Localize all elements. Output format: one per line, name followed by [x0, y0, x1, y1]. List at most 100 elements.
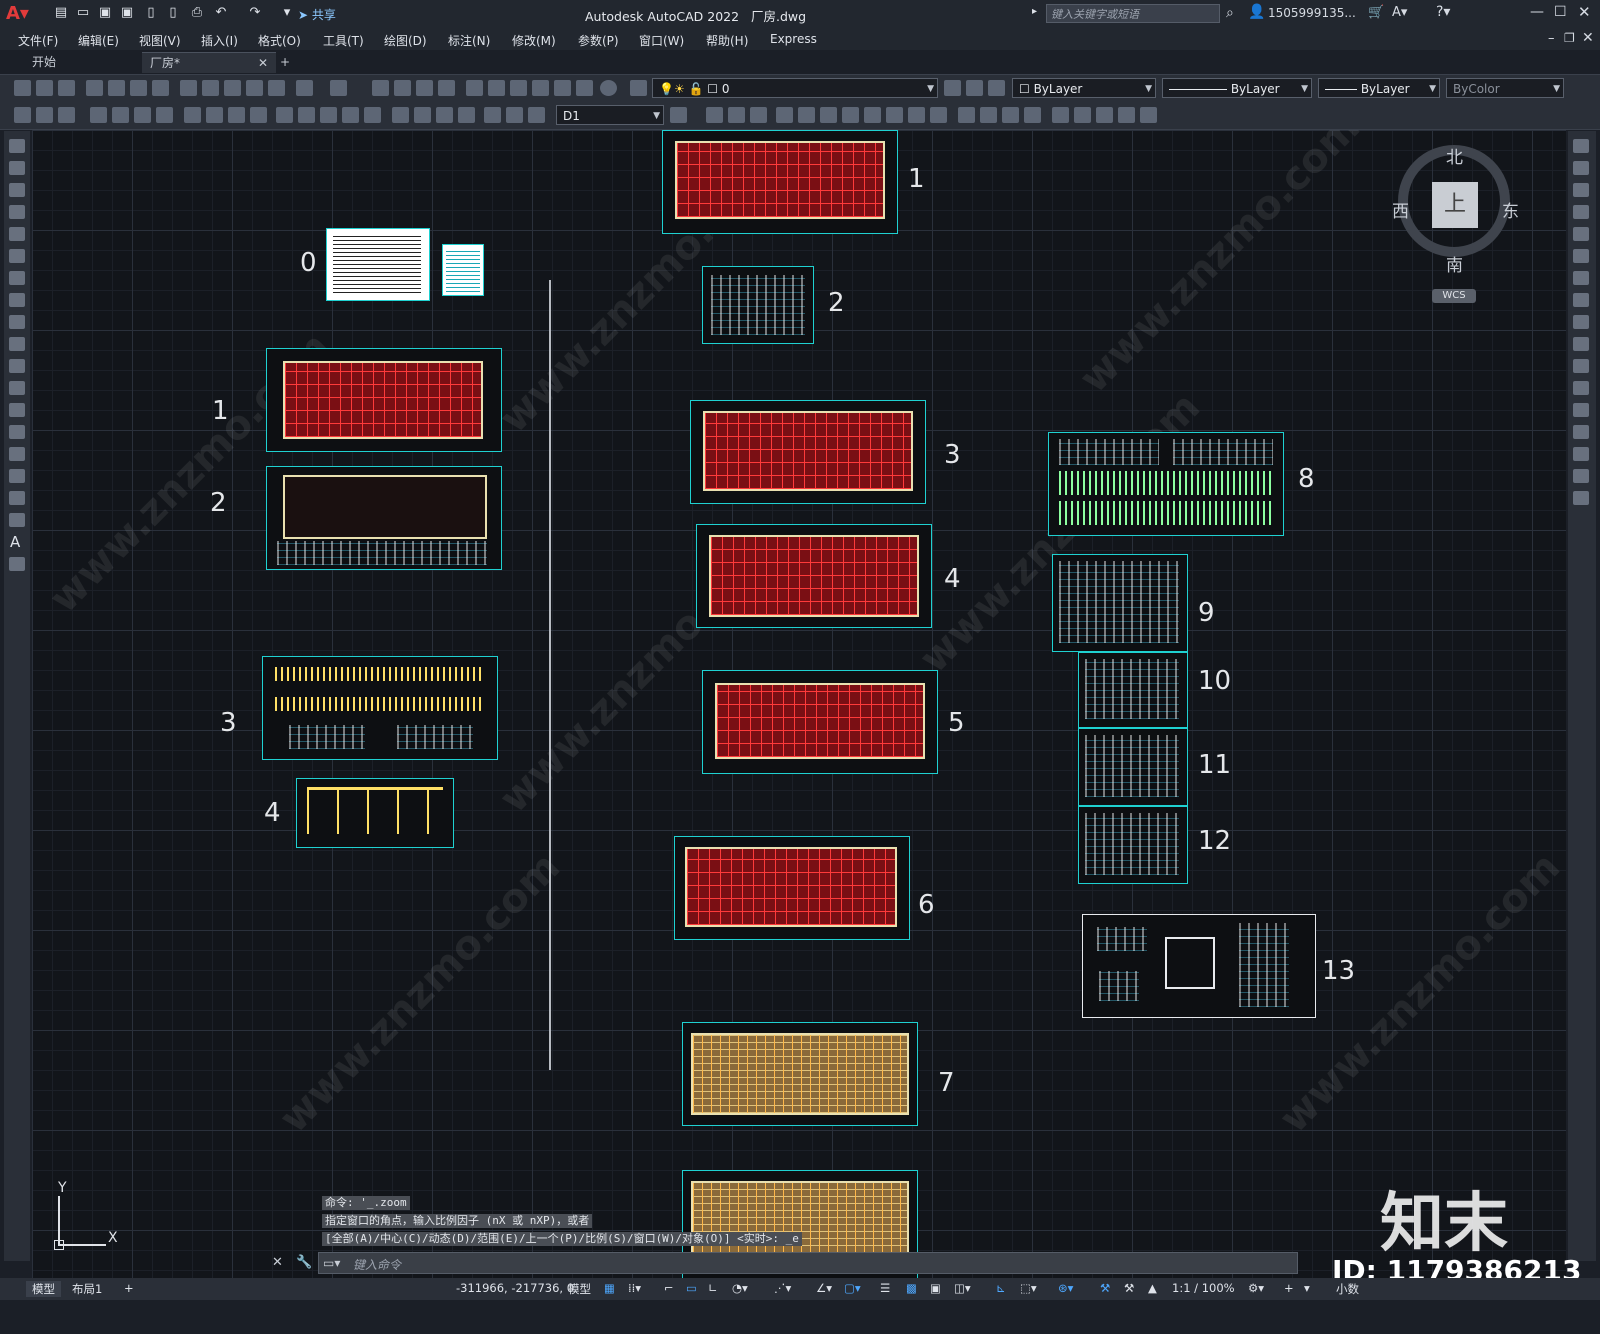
modify-icon-15[interactable]	[1024, 107, 1041, 123]
array-icon[interactable]	[1573, 227, 1589, 241]
user-name[interactable]: 1505999135...	[1268, 6, 1356, 20]
table-icon[interactable]	[9, 513, 25, 527]
redo-toolbar-icon[interactable]	[330, 80, 347, 96]
maximize-icon[interactable]: ☐	[1554, 4, 1567, 20]
sheet-right-9[interactable]	[1052, 554, 1188, 652]
sheet-set-icon[interactable]	[532, 80, 549, 96]
move-icon[interactable]	[1573, 249, 1589, 263]
polar-icon[interactable]: ◔▾	[732, 1281, 748, 1295]
inspection-icon[interactable]	[436, 107, 453, 123]
tool-palettes-icon[interactable]	[510, 80, 527, 96]
tab-start[interactable]: 开始	[24, 52, 150, 72]
plotstyle-dropdown[interactable]: ByColor ▼	[1446, 78, 1564, 98]
modify-icon-19[interactable]	[1118, 107, 1135, 123]
menu-edit[interactable]: 编辑(E)	[78, 32, 119, 49]
workspace-gear-icon[interactable]: ⚙▾	[1248, 1281, 1264, 1295]
point-icon[interactable]	[9, 425, 25, 439]
insert-block-icon[interactable]	[9, 381, 25, 395]
sheet-right-8[interactable]	[1048, 432, 1284, 536]
dim-jogged-icon[interactable]	[206, 107, 223, 123]
fillet-icon[interactable]	[1573, 447, 1589, 461]
ellipse-icon[interactable]	[9, 337, 25, 351]
mtext-icon[interactable]: A	[10, 533, 20, 551]
modify-icon-8[interactable]	[864, 107, 881, 123]
jogged-linear-icon[interactable]	[458, 107, 475, 123]
layer-state-icon[interactable]	[988, 80, 1005, 96]
quick-dim-icon[interactable]	[276, 107, 293, 123]
redo-icon[interactable]: ↷	[246, 5, 264, 22]
sheet-mid-7[interactable]	[682, 1022, 918, 1126]
gradient-icon[interactable]	[9, 469, 25, 483]
sheet-mid-6[interactable]	[674, 836, 910, 940]
copy-object-icon[interactable]	[1573, 161, 1589, 175]
line-icon[interactable]	[9, 139, 25, 153]
modify-icon-7[interactable]	[842, 107, 859, 123]
expand-arrow-icon[interactable]: ▸	[1032, 6, 1037, 17]
ellipse-arc-icon[interactable]	[9, 359, 25, 373]
add-layout-button[interactable]: +	[124, 1281, 134, 1295]
lineweight-icon[interactable]: ☰	[880, 1281, 890, 1295]
annotation-scale-value[interactable]: 1:1 / 100%	[1172, 1281, 1235, 1295]
sheet-left-4[interactable]	[296, 778, 454, 848]
command-input-bar[interactable]: ▭▾ 键入命令	[318, 1252, 1298, 1274]
units-dropdown[interactable]: 小数	[1336, 1281, 1359, 1297]
publish-icon[interactable]	[130, 80, 147, 96]
sheet-mid-2[interactable]	[702, 266, 814, 344]
mirror-icon[interactable]	[1573, 183, 1589, 197]
dim-diameter-icon[interactable]	[228, 107, 245, 123]
menu-help[interactable]: 帮助(H)	[706, 32, 748, 49]
help-icon[interactable]: ?▾	[1436, 4, 1450, 20]
open-icon[interactable]: ▭	[74, 5, 92, 22]
wcs-menu[interactable]: WCS	[1432, 289, 1476, 303]
lineweight-dropdown[interactable]: ByLayer ▼	[1318, 78, 1440, 98]
sheet-left-3[interactable]	[262, 656, 498, 760]
modify-icon-12[interactable]	[958, 107, 975, 123]
explode-icon[interactable]	[1573, 491, 1589, 505]
modify-icon-11[interactable]	[930, 107, 947, 123]
modify-icon-4[interactable]	[776, 107, 793, 123]
trim-icon[interactable]	[1573, 337, 1589, 351]
offset-icon[interactable]	[1573, 205, 1589, 219]
sheet-right-10[interactable]	[1078, 652, 1188, 728]
gizmo-icon[interactable]: ⊛▾	[1058, 1281, 1073, 1295]
share-button[interactable]: ➤ 共享	[298, 6, 336, 23]
compass-east[interactable]: 东	[1502, 197, 1519, 222]
transparency-icon[interactable]: ▩	[906, 1281, 917, 1295]
join-icon[interactable]	[1573, 403, 1589, 417]
paste-icon[interactable]	[224, 80, 241, 96]
hatch-icon[interactable]	[9, 447, 25, 461]
center-mark-icon[interactable]	[414, 107, 431, 123]
dim-text-edit-icon[interactable]	[506, 107, 523, 123]
new-icon[interactable]: ▤	[52, 5, 70, 22]
modify-icon-6[interactable]	[820, 107, 837, 123]
sheet-right-12[interactable]	[1078, 806, 1188, 884]
modify-icon-13[interactable]	[980, 107, 997, 123]
annotation-scale-icon[interactable]: ▲	[1148, 1281, 1157, 1295]
dim-style-manager-icon[interactable]	[670, 107, 687, 123]
compass-south[interactable]: 南	[1446, 251, 1463, 276]
layer-previous-icon[interactable]	[966, 80, 983, 96]
web-open-icon[interactable]: ▯	[142, 5, 160, 22]
tool-icon-c[interactable]	[58, 107, 75, 123]
polygon-icon[interactable]	[9, 205, 25, 219]
selection-cycling-icon[interactable]: ▣	[930, 1281, 941, 1295]
dim-angular-icon[interactable]	[250, 107, 267, 123]
dim-aligned-icon[interactable]	[112, 107, 129, 123]
modify-icon-17[interactable]	[1074, 107, 1091, 123]
ortho-icon[interactable]: ∟	[708, 1281, 718, 1295]
print-icon[interactable]	[86, 80, 103, 96]
sheet-left-1[interactable]	[266, 348, 502, 452]
modify-icon-20[interactable]	[1140, 107, 1157, 123]
dim-linear-icon[interactable]	[90, 107, 107, 123]
modify-icon-3[interactable]	[750, 107, 767, 123]
dim-continue-icon[interactable]	[320, 107, 337, 123]
modify-icon-9[interactable]	[886, 107, 903, 123]
markup-icon[interactable]	[554, 80, 571, 96]
customize-icon[interactable]: ▾	[278, 5, 296, 22]
isodraft-icon[interactable]: ⋰▾	[774, 1281, 791, 1295]
dim-ordinate-icon[interactable]	[156, 107, 173, 123]
autocad-logo-icon[interactable]: A▾	[6, 3, 29, 25]
command-prompt-icon[interactable]: ▭▾	[323, 1256, 340, 1270]
tab-document[interactable]: 厂房* ✕	[142, 52, 276, 73]
erase-icon[interactable]	[1573, 139, 1589, 153]
